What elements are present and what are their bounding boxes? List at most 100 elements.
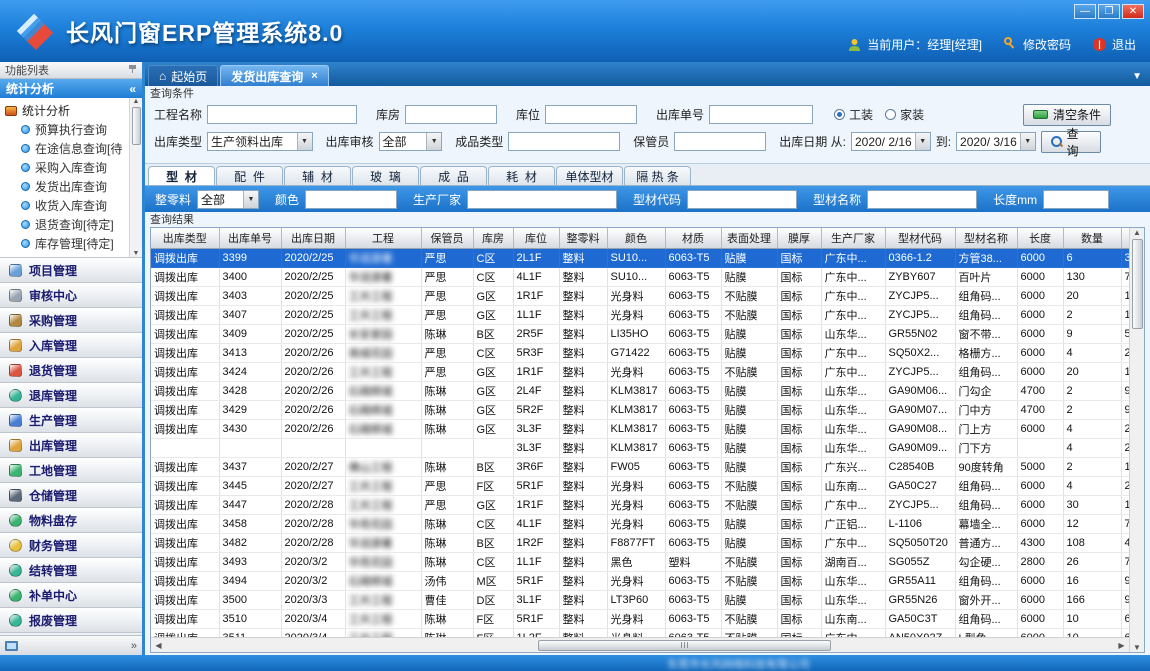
table-row[interactable]: 调拨出库34132020/2/26南城花园严思C区5R3F整料G71422606… — [151, 343, 1129, 362]
table-row[interactable]: 调拨出库34582020/2/28华苑花园陈琳C区4L1F整料光身料6063-T… — [151, 514, 1129, 533]
table-row[interactable]: 调拨出库34092020/2/25长安家园陈琳B区2R5F整料LI35HO606… — [151, 324, 1129, 343]
tab-close-icon[interactable]: × — [311, 70, 317, 82]
tab-home[interactable]: ⌂ 起始页 — [148, 65, 218, 86]
column-header[interactable]: 长度 — [1017, 228, 1063, 248]
sidebar-module-9[interactable]: 仓储管理 — [0, 483, 142, 508]
column-header[interactable]: 出库单号 — [219, 228, 281, 248]
chevron-down-icon[interactable]: ▼ — [297, 133, 312, 150]
sidebar-module-4[interactable]: 退货管理 — [0, 358, 142, 383]
table-row[interactable]: 调拨出库34002020/2/25华润源著严思C区4L1F整料SU10...60… — [151, 267, 1129, 286]
column-header[interactable]: 出库日期 — [281, 228, 345, 248]
table-row[interactable]: 3L3F整料KLM38176063-T5贴膜国标山东华...GA90M09...… — [151, 438, 1129, 457]
material-tab-7[interactable]: 隔 热 条 — [624, 166, 691, 185]
material-tab-6[interactable]: 单体型材 — [556, 166, 623, 185]
table-row[interactable]: 调拨出库33992020/2/25华润源著严思C区2L1F整料SU10...60… — [151, 248, 1129, 267]
tree-item[interactable]: 在途信息查询[待 — [5, 139, 142, 158]
tab-shipping-query[interactable]: 发货出库查询 × — [220, 65, 328, 86]
material-tab-0[interactable]: 型 材 — [148, 166, 215, 185]
audit-combo[interactable]: 全部 ▼ — [379, 132, 443, 151]
profile-name-input[interactable] — [867, 190, 977, 209]
radio-gongzhuang-label[interactable]: 工装 — [849, 106, 873, 123]
color-input[interactable] — [305, 190, 397, 209]
radio-jiazhuang-label[interactable]: 家装 — [900, 106, 924, 123]
date-from-picker[interactable]: 2020/ 2/16 ▼ — [851, 132, 931, 151]
column-header[interactable]: 库房 — [473, 228, 513, 248]
tree-item[interactable]: 库存管理[待定] — [5, 234, 142, 253]
maximize-button[interactable]: ❐ — [1098, 4, 1120, 19]
chevron-down-icon[interactable]: ▼ — [1020, 133, 1035, 150]
material-tab-2[interactable]: 辅 材 — [284, 166, 351, 185]
tree-item[interactable]: 收货入库查询 — [5, 196, 142, 215]
chevron-down-icon[interactable]: ▼ — [426, 133, 441, 150]
table-row[interactable]: 调拨出库34242020/2/26工共工程严思G区1R1F整料光身料6063-T… — [151, 362, 1129, 381]
location-input[interactable] — [545, 105, 637, 124]
table-row[interactable]: 调拨出库34472020/2/28工共工程严思G区1R1F整料光身料6063-T… — [151, 495, 1129, 514]
tree-root[interactable]: 统计分析 — [5, 101, 142, 120]
table-row[interactable]: 调拨出库34282020/2/26石碣辉城陈琳G区2L4F整料KLM381760… — [151, 381, 1129, 400]
scroll-left-icon[interactable]: ◀ — [151, 641, 166, 650]
table-row[interactable]: 调拨出库34822020/2/28华润源著陈琳B区1R2F整料F8877FT60… — [151, 533, 1129, 552]
keeper-input[interactable] — [674, 132, 766, 151]
tab-overflow-icon[interactable]: ▼ — [1132, 71, 1142, 82]
scroll-down-icon[interactable]: ▼ — [133, 250, 140, 257]
column-header[interactable]: 库位 — [513, 228, 559, 248]
tree-item[interactable]: 发货出库查询 — [5, 177, 142, 196]
scroll-down-icon[interactable]: ▼ — [1133, 643, 1141, 652]
tree-item[interactable]: 退货查询[待定] — [5, 215, 142, 234]
monitor-icon[interactable] — [5, 641, 18, 651]
table-row[interactable]: 调拨出库34072020/2/25工共工程严思G区1L1F整料光身料6063-T… — [151, 305, 1129, 324]
material-tab-1[interactable]: 配 件 — [216, 166, 283, 185]
material-tab-3[interactable]: 玻 璃 — [352, 166, 419, 185]
warehouse-input[interactable] — [405, 105, 497, 124]
sidebar-module-8[interactable]: 工地管理 — [0, 458, 142, 483]
table-row[interactable]: 调拨出库34292020/2/26石碣辉城陈琳G区5R2F整料KLM381760… — [151, 400, 1129, 419]
pin-icon[interactable] — [128, 64, 137, 77]
minimize-button[interactable]: — — [1074, 4, 1096, 19]
table-row[interactable]: 调拨出库34452020/2/27工共工程严思F区5R1F整料光身料6063-T… — [151, 476, 1129, 495]
close-button[interactable]: ✕ — [1122, 4, 1144, 19]
vertical-scrollbar[interactable]: ▲ ▼ — [1129, 228, 1144, 652]
expand-icon[interactable]: » — [131, 640, 137, 652]
tree-item[interactable]: 采购入库查询 — [5, 158, 142, 177]
tree-scrollbar[interactable]: ▲ ▼ — [129, 98, 142, 257]
sidebar-module-1[interactable]: 审核中心 — [0, 283, 142, 308]
profile-code-input[interactable] — [687, 190, 797, 209]
chevron-down-icon[interactable]: ▼ — [915, 133, 930, 150]
column-header[interactable]: 表面处理 — [721, 228, 777, 248]
table-row[interactable]: 调拨出库35102020/3/4工共工程陈琳F区5R1F整料光身料6063-T5… — [151, 609, 1129, 628]
column-header[interactable]: 数量 — [1063, 228, 1121, 248]
radio-jiazhuang[interactable] — [885, 109, 896, 120]
sidebar-module-10[interactable]: 物料盘存 — [0, 508, 142, 533]
table-row[interactable]: 调拨出库34032020/2/25工共工程严思G区1R1F整料光身料6063-T… — [151, 286, 1129, 305]
collapse-icon[interactable]: « — [129, 82, 136, 96]
column-header[interactable]: 颜色 — [607, 228, 665, 248]
sidebar-module-14[interactable]: 报废管理 — [0, 608, 142, 633]
out-type-combo[interactable]: 生产领料出库 ▼ — [207, 132, 313, 151]
column-header[interactable]: 型材名称 — [955, 228, 1017, 248]
sidebar-module-5[interactable]: 退库管理 — [0, 383, 142, 408]
date-to-picker[interactable]: 2020/ 3/16 ▼ — [956, 132, 1036, 151]
column-header[interactable]: 型材代码 — [885, 228, 955, 248]
order-no-input[interactable] — [709, 105, 813, 124]
tree-item[interactable]: 预算执行查询 — [5, 120, 142, 139]
length-input[interactable] — [1043, 190, 1109, 209]
sidebar-module-0[interactable]: 项目管理 — [0, 258, 142, 283]
column-header[interactable]: 整零料 — [559, 228, 607, 248]
column-header[interactable]: 生产厂家 — [821, 228, 885, 248]
radio-gongzhuang[interactable] — [834, 109, 845, 120]
table-row[interactable]: 调拨出库34372020/2/27佛山工程陈琳B区3R6F整料FW056063-… — [151, 457, 1129, 476]
sidebar-module-12[interactable]: 结转管理 — [0, 558, 142, 583]
column-header[interactable]: 保管员 — [421, 228, 473, 248]
sidebar-section-stat[interactable]: 统计分析 « — [0, 79, 142, 98]
project-name-input[interactable] — [207, 105, 357, 124]
sidebar-module-3[interactable]: 入库管理 — [0, 333, 142, 358]
column-header[interactable]: 出库长度 — [1121, 228, 1129, 248]
column-header[interactable]: 膜厚 — [777, 228, 821, 248]
material-tab-4[interactable]: 成 品 — [420, 166, 487, 185]
manufacturer-input[interactable] — [467, 190, 617, 209]
clear-conditions-button[interactable]: 清空条件 — [1023, 104, 1111, 126]
tree-scroll-thumb[interactable] — [132, 107, 141, 145]
chevron-down-icon[interactable]: ▼ — [243, 191, 258, 208]
logout-link[interactable]: 退出 — [1112, 36, 1136, 53]
sidebar-module-7[interactable]: 出库管理 — [0, 433, 142, 458]
